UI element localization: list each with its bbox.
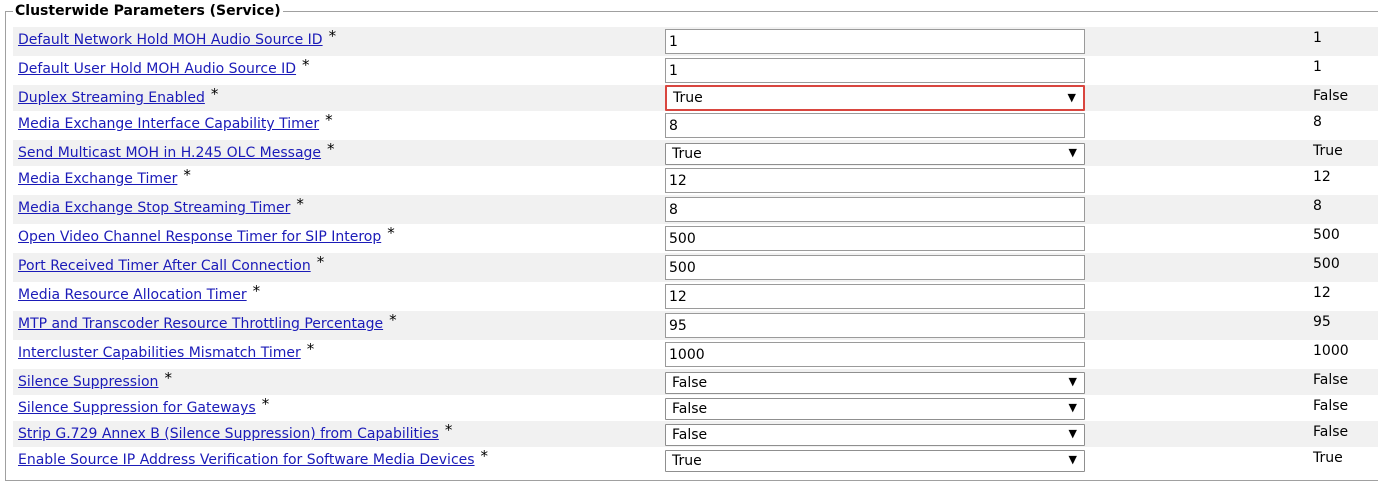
param-link-media-exchange-stop-streaming-timer[interactable]: Media Exchange Stop Streaming Timer xyxy=(18,200,290,216)
param-link-silence-suppression[interactable]: Silence Suppression xyxy=(18,374,158,390)
mtp-transcoder-throttling-input[interactable]: 95 xyxy=(665,313,1085,338)
required-asterisk: * xyxy=(328,27,337,45)
required-asterisk: * xyxy=(164,369,172,387)
silence-suppression-select[interactable]: False ▼ xyxy=(665,372,1085,394)
media-exchange-stop-streaming-timer-input[interactable]: 8 xyxy=(665,197,1085,222)
required-asterisk: * xyxy=(261,395,270,413)
param-row: Send Multicast MOH in H.245 OLC Message *… xyxy=(13,140,1378,166)
required-asterisk: * xyxy=(306,340,315,358)
param-link-media-exchange-timer[interactable]: Media Exchange Timer xyxy=(18,171,177,187)
selected-value: True xyxy=(672,146,702,162)
required-asterisk: * xyxy=(389,311,397,329)
required-asterisk: * xyxy=(325,111,333,129)
default-value: True xyxy=(1313,143,1343,159)
selected-value: False xyxy=(672,427,708,443)
param-link-silence-suppression-gateways[interactable]: Silence Suppression for Gateways xyxy=(18,400,256,416)
param-row: Media Exchange Interface Capability Time… xyxy=(13,111,1378,140)
chevron-down-icon: ▼ xyxy=(1068,401,1077,414)
strip-g729-annex-b-select[interactable]: False ▼ xyxy=(665,424,1085,446)
default-value: False xyxy=(1313,372,1349,388)
default-value: 12 xyxy=(1313,285,1331,301)
duplex-streaming-enabled-select[interactable]: True ▼ xyxy=(665,85,1085,111)
default-user-hold-moh-input[interactable]: 1 xyxy=(665,58,1085,83)
param-link-default-user-hold-moh[interactable]: Default User Hold MOH Audio Source ID xyxy=(18,61,296,77)
param-link-media-exchange-interface-capability-timer[interactable]: Media Exchange Interface Capability Time… xyxy=(18,116,319,132)
default-value: 8 xyxy=(1313,198,1322,214)
default-value: 8 xyxy=(1313,114,1322,130)
chevron-down-icon: ▼ xyxy=(1068,453,1077,466)
param-link-media-resource-allocation-timer[interactable]: Media Resource Allocation Timer xyxy=(18,287,247,303)
default-value: 95 xyxy=(1313,314,1331,330)
param-row: Media Resource Allocation Timer * 12 12 xyxy=(13,282,1378,311)
param-row: Duplex Streaming Enabled * True ▼ False xyxy=(13,85,1378,111)
param-link-strip-g729-annex-b[interactable]: Strip G.729 Annex B (Silence Suppression… xyxy=(18,426,439,442)
param-row: Default User Hold MOH Audio Source ID * 1… xyxy=(13,56,1378,85)
required-asterisk: * xyxy=(210,85,219,103)
default-value: False xyxy=(1313,88,1349,104)
default-value: 1 xyxy=(1313,30,1322,46)
selected-value: False xyxy=(672,375,708,391)
default-value: True xyxy=(1313,450,1343,466)
chevron-down-icon: ▼ xyxy=(1068,427,1077,440)
param-row: Intercluster Capabilities Mismatch Timer… xyxy=(13,340,1378,369)
param-row: Strip G.729 Annex B (Silence Suppression… xyxy=(13,421,1378,447)
param-row: Default Network Hold MOH Audio Source ID… xyxy=(13,27,1378,56)
media-resource-allocation-timer-input[interactable]: 12 xyxy=(665,284,1085,309)
open-video-channel-response-timer-input[interactable]: 500 xyxy=(665,226,1085,251)
default-value: 12 xyxy=(1313,169,1331,185)
default-value: 1 xyxy=(1313,59,1322,75)
selected-value: False xyxy=(672,401,708,417)
required-asterisk: * xyxy=(183,166,191,184)
param-row: Port Received Timer After Call Connectio… xyxy=(13,253,1378,282)
required-asterisk: * xyxy=(302,56,310,74)
required-asterisk: * xyxy=(480,447,489,465)
param-link-duplex-streaming-enabled[interactable]: Duplex Streaming Enabled xyxy=(18,90,205,106)
param-link-open-video-channel-response-timer[interactable]: Open Video Channel Response Timer for SI… xyxy=(18,229,381,245)
required-asterisk: * xyxy=(387,224,395,242)
send-multicast-moh-select[interactable]: True ▼ xyxy=(665,143,1085,165)
media-exchange-timer-input[interactable]: 12 xyxy=(665,168,1085,193)
port-received-timer-input[interactable]: 500 xyxy=(665,255,1085,280)
param-row: Media Exchange Timer * 12 12 xyxy=(13,166,1378,195)
param-link-default-network-hold-moh[interactable]: Default Network Hold MOH Audio Source ID xyxy=(18,32,323,48)
param-row: Media Exchange Stop Streaming Timer * 8 8 xyxy=(13,195,1378,224)
selected-value: True xyxy=(673,90,703,106)
param-row: MTP and Transcoder Resource Throttling P… xyxy=(13,311,1378,340)
param-link-mtp-transcoder-throttling[interactable]: MTP and Transcoder Resource Throttling P… xyxy=(18,316,383,332)
param-row: Silence Suppression for Gateways * False … xyxy=(13,395,1378,421)
default-value: False xyxy=(1313,424,1349,440)
required-asterisk: * xyxy=(327,140,335,158)
default-value: False xyxy=(1313,398,1349,414)
chevron-down-icon: ▼ xyxy=(1068,146,1077,159)
default-value: 1000 xyxy=(1313,343,1349,359)
selected-value: True xyxy=(672,453,702,469)
chevron-down-icon: ▼ xyxy=(1068,375,1077,388)
default-value: 500 xyxy=(1313,227,1340,243)
media-exchange-interface-capability-timer-input[interactable]: 8 xyxy=(665,113,1085,138)
required-asterisk: * xyxy=(316,253,325,271)
intercluster-capabilities-mismatch-timer-input[interactable]: 1000 xyxy=(665,342,1085,367)
default-value: 500 xyxy=(1313,256,1340,272)
chevron-down-icon: ▼ xyxy=(1067,91,1076,104)
required-asterisk: * xyxy=(444,421,453,439)
param-link-enable-source-ip-verification[interactable]: Enable Source IP Address Verification fo… xyxy=(18,452,475,468)
section-title: Clusterwide Parameters (Service) xyxy=(13,3,283,20)
param-row: Silence Suppression * False ▼ False xyxy=(13,369,1378,395)
required-asterisk: * xyxy=(252,282,261,300)
default-network-hold-moh-input[interactable]: 1 xyxy=(665,29,1085,54)
enable-source-ip-verification-select[interactable]: True ▼ xyxy=(665,450,1085,472)
required-asterisk: * xyxy=(296,195,304,213)
param-row: Enable Source IP Address Verification fo… xyxy=(13,447,1378,473)
silence-suppression-gateways-select[interactable]: False ▼ xyxy=(665,398,1085,420)
param-link-send-multicast-moh[interactable]: Send Multicast MOH in H.245 OLC Message xyxy=(18,145,321,161)
param-link-port-received-timer[interactable]: Port Received Timer After Call Connectio… xyxy=(18,258,311,274)
param-row: Open Video Channel Response Timer for SI… xyxy=(13,224,1378,253)
param-link-intercluster-capabilities-mismatch-timer[interactable]: Intercluster Capabilities Mismatch Timer xyxy=(18,345,301,361)
